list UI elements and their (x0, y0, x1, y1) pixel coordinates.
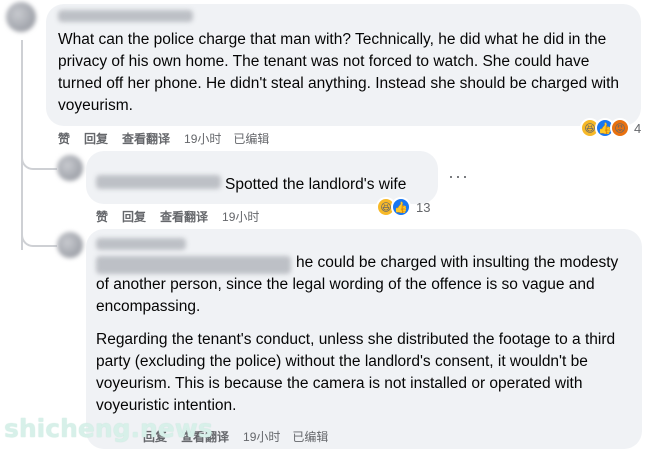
avatar[interactable] (6, 2, 36, 32)
see-translation-button[interactable]: 查看翻译 (122, 130, 170, 147)
commenter-name[interactable] (58, 10, 193, 22)
comment-text: Spotted the landlord's wife (225, 176, 407, 193)
avatar[interactable] (57, 232, 83, 258)
comment-text-paragraph-2: Regarding the tenant's conduct, unless s… (96, 331, 616, 414)
thread-line-branch-2 (21, 225, 57, 247)
reply-button[interactable]: 回复 (84, 130, 108, 147)
thread-line-main (21, 40, 23, 250)
avatar[interactable] (57, 155, 83, 181)
timestamp[interactable]: 19小时 (243, 428, 280, 445)
reaction-count: 13 (416, 199, 431, 215)
comment-text: he could be charged with insulting the m… (96, 254, 619, 315)
like-button[interactable]: 赞 (96, 208, 108, 225)
like-button[interactable]: 赞 (58, 130, 70, 147)
like-icon: 👍 (391, 197, 411, 217)
reaction-summary[interactable]: 😆 👍 😡 4 (580, 118, 641, 138)
comment-text: What can the police charge that man with… (58, 31, 620, 114)
commenter-name[interactable] (96, 175, 221, 189)
reply-button[interactable]: 回复 (122, 208, 146, 225)
more-options-icon[interactable]: ··· (448, 166, 469, 187)
edited-label: 已编辑 (233, 132, 270, 146)
reaction-summary[interactable]: 😆 👍 13 (376, 197, 430, 217)
thread-line-branch-1 (21, 148, 57, 170)
timestamp[interactable]: 19小时 (222, 208, 259, 225)
commenter-name[interactable] (96, 238, 186, 250)
angry-icon: 😡 (610, 118, 630, 138)
timestamp[interactable]: 19小时 (184, 130, 221, 147)
edited-label: 已编辑 (292, 430, 329, 444)
comment-actions: 赞 回复 查看翻译 19小时 已编辑 (58, 130, 281, 147)
watermark: shicheng.news (4, 414, 213, 443)
see-translation-button[interactable]: 查看翻译 (160, 208, 208, 225)
reaction-count: 4 (634, 120, 642, 136)
comment-actions: 赞 回复 查看翻译 19小时 (96, 208, 271, 225)
